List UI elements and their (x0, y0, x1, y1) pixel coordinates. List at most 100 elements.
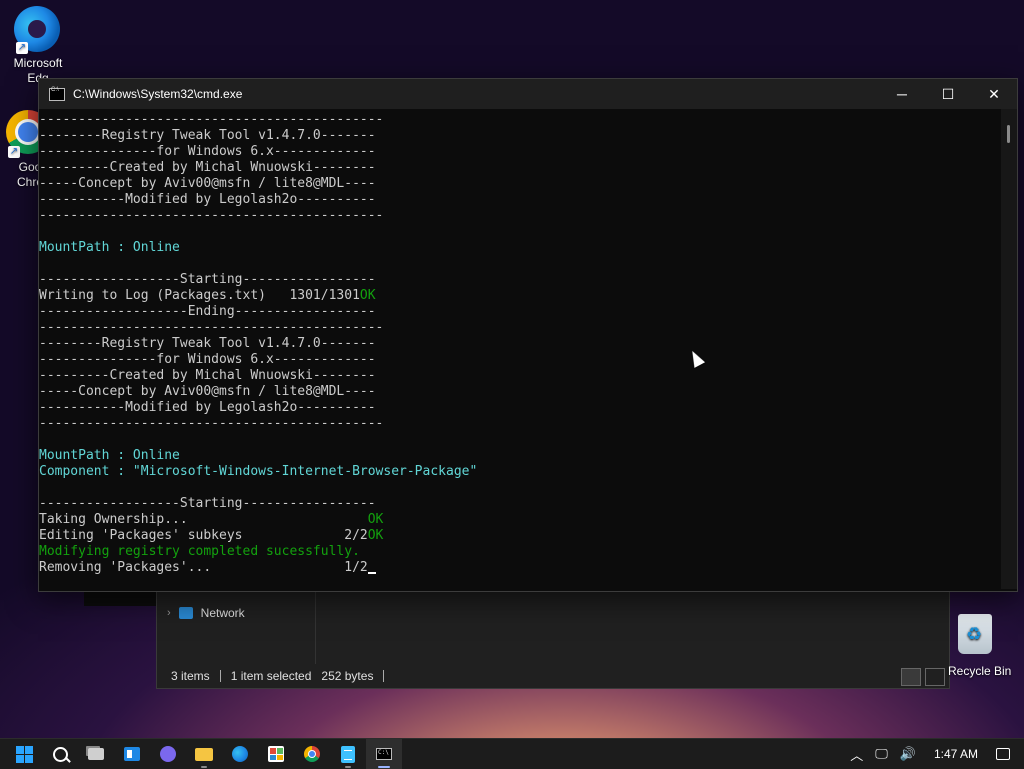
console-output[interactable]: ----------------------------------------… (39, 109, 1001, 592)
status-size: 252 bytes (321, 669, 374, 683)
chevron-up-icon[interactable]: ︿ (850, 745, 863, 764)
chat-button[interactable] (150, 739, 186, 769)
desktop-icon-edge[interactable]: ↗ Microsoft Edg (0, 6, 76, 86)
console-line-text: ----------------------------------------… (39, 208, 384, 223)
console-line: Taking Ownership... OK (39, 512, 1001, 528)
cmd-icon: C:\ (376, 748, 392, 760)
console-line: ----------------------------------------… (39, 112, 1001, 128)
status-bar: 3 items 1 item selected 252 bytes (157, 664, 949, 688)
status-ok-text: OK (367, 528, 384, 543)
divider (219, 670, 221, 682)
console-line-text: ---------Created by Michal Wnuowski-----… (39, 368, 376, 383)
taskbar-notepad[interactable] (330, 739, 366, 769)
folder-icon (195, 747, 213, 761)
nav-item-label: Network (200, 606, 245, 620)
taskbar: C:\ ︿ 🖵 🔊 1:47 AM (0, 738, 1024, 769)
console-line: Modifying registry completed sucessfully… (39, 544, 1001, 560)
close-button[interactable]: ✕ (971, 79, 1017, 109)
console-line: --------Registry Tweak Tool v1.4.7.0----… (39, 336, 1001, 352)
console-line-text: Taking Ownership... (39, 512, 368, 527)
text-cursor (367, 572, 376, 574)
console-line-text: Removing 'Packages'... 1/2 (39, 560, 368, 575)
console-line: ---------Created by Michal Wnuowski-----… (39, 368, 1001, 384)
console-line-text: -----------Modified by Legolash2o-------… (39, 400, 376, 415)
console-line: ----------------------------------------… (39, 208, 1001, 224)
console-line: ----------------------------------------… (39, 416, 1001, 432)
console-line-text: ---------Created by Michal Wnuowski-----… (39, 160, 376, 175)
console-line-text: -------------------Ending---------------… (39, 304, 376, 319)
console-line-text: ---------------for Windows 6.x----------… (39, 352, 376, 367)
console-line: ------------------Starting--------------… (39, 272, 1001, 288)
console-line-text: Modifying registry completed sucessfully… (39, 544, 360, 559)
minimize-button[interactable]: ─ (879, 79, 925, 109)
console-line-text: ----------------------------------------… (39, 320, 384, 335)
shortcut-arrow-icon: ↗ (16, 42, 28, 54)
desktop-icon-recycle-bin[interactable]: ♻ Recycle Bin (948, 614, 1024, 678)
shortcut-arrow-icon: ↗ (8, 146, 20, 158)
task-view-icon (88, 748, 104, 760)
status-ok-text: OK (367, 512, 384, 527)
console-line: -----Concept by Aviv00@msfn / lite8@MDL-… (39, 384, 1001, 400)
search-icon (52, 746, 68, 762)
cmd-icon (49, 87, 65, 101)
console-line: ------------------Starting--------------… (39, 496, 1001, 512)
taskbar-edge[interactable] (222, 739, 258, 769)
network-icon (178, 607, 193, 619)
windows-logo-icon (15, 745, 33, 763)
console-line-text: ------------------Starting--------------… (39, 496, 376, 511)
notifications-icon[interactable] (996, 748, 1010, 760)
edge-icon (232, 746, 248, 762)
taskbar-store[interactable] (258, 739, 294, 769)
status-ok-text: OK (359, 288, 376, 303)
console-line: -----Concept by Aviv00@msfn / lite8@MDL-… (39, 176, 1001, 192)
vertical-scrollbar[interactable] (1001, 109, 1017, 589)
chat-icon (160, 746, 176, 762)
network-icon[interactable]: 🖵 (875, 746, 888, 762)
cmd-window[interactable]: C:\Windows\System32\cmd.exe ─ ☐ ✕ ------… (38, 78, 1018, 592)
task-view-button[interactable] (78, 739, 114, 769)
title-bar[interactable]: C:\Windows\System32\cmd.exe ─ ☐ ✕ (39, 79, 1017, 109)
maximize-button[interactable]: ☐ (925, 79, 971, 109)
console-line: -----------Modified by Legolash2o-------… (39, 400, 1001, 416)
view-switcher (901, 668, 945, 686)
chrome-icon (304, 746, 320, 762)
chevron-right-icon[interactable]: › (167, 607, 171, 619)
start-button[interactable] (6, 739, 42, 769)
taskbar-chrome[interactable] (294, 739, 330, 769)
console-line: ----------------------------------------… (39, 320, 1001, 336)
console-line: ---------------for Windows 6.x----------… (39, 144, 1001, 160)
window-title: C:\Windows\System32\cmd.exe (73, 87, 243, 101)
nav-item-network[interactable]: › Network (167, 606, 245, 620)
tiles-view-button[interactable] (925, 668, 945, 686)
console-line: Writing to Log (Packages.txt) 1301/1301O… (39, 288, 1001, 304)
console-line-text: MountPath : Online (39, 448, 180, 463)
console-line: MountPath : Online (39, 240, 1001, 256)
details-view-button[interactable] (901, 668, 921, 686)
recycle-bin-icon: ♻ (958, 614, 992, 654)
console-line-text: ----------------------------------------… (39, 416, 384, 431)
search-button[interactable] (42, 739, 78, 769)
console-line: ---------------for Windows 6.x----------… (39, 352, 1001, 368)
desktop-icon-label: Recycle Bin (948, 664, 1012, 678)
divider (383, 670, 385, 682)
store-icon (268, 746, 284, 762)
console-line: -----------Modified by Legolash2o-------… (39, 192, 1001, 208)
widgets-button[interactable] (114, 739, 150, 769)
scrollbar-thumb[interactable] (1007, 125, 1010, 143)
console-line-text: -----Concept by Aviv00@msfn / lite8@MDL-… (39, 384, 376, 399)
clock[interactable]: 1:47 AM (934, 747, 978, 761)
console-line: --------Registry Tweak Tool v1.4.7.0----… (39, 128, 1001, 144)
taskbar-file-explorer[interactable] (186, 739, 222, 769)
notepad-icon (341, 745, 355, 763)
console-line: MountPath : Online (39, 448, 1001, 464)
taskbar-cmd[interactable]: C:\ (366, 739, 402, 769)
console-line: ---------Created by Michal Wnuowski-----… (39, 160, 1001, 176)
console-line-text: ---------------for Windows 6.x----------… (39, 144, 376, 159)
file-explorer-window[interactable]: › Network 3 items 1 item selected 252 by… (156, 586, 950, 689)
volume-icon[interactable]: 🔊 (900, 746, 916, 762)
console-line: Editing 'Packages' subkeys 2/2OK (39, 528, 1001, 544)
